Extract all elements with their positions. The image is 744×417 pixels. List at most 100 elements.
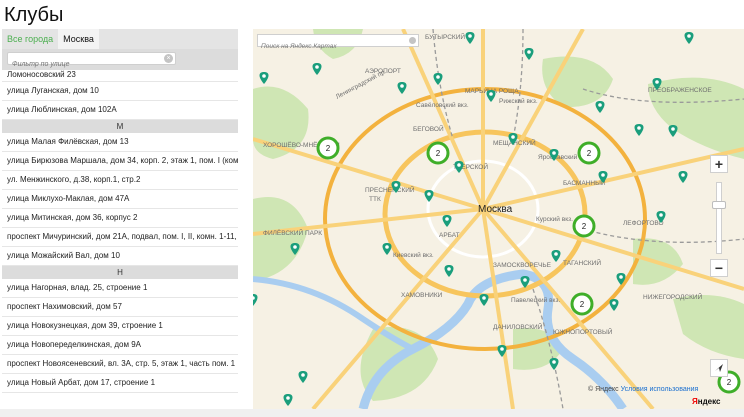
map-pin-marker[interactable] (312, 63, 322, 75)
list-item[interactable]: улица Миклухо-Маклая, дом 47А (2, 190, 238, 209)
map-pin-marker[interactable] (486, 90, 496, 102)
list-item[interactable]: ул. Менжинского, д.38, корп.1, стр.2 (2, 171, 238, 190)
clubs-list: Ломоносовский 23 улица Луганская, дом 10… (2, 70, 238, 393)
map-cluster[interactable]: 2 (570, 292, 594, 316)
map-canvas[interactable]: АЭРОПОРТ БУТЫРСКИЙ МАРЬИНА РОЩА Савёловс… (253, 29, 744, 409)
map-label: ЛЕФОРТОВО (623, 220, 664, 227)
tab-all-cities[interactable]: Все города (2, 29, 58, 49)
map-pin-dot (527, 50, 531, 54)
list-item[interactable]: улица Можайский Вал, дом 10 (2, 247, 238, 266)
map-pin-marker[interactable] (609, 299, 619, 311)
map-pin[interactable] (684, 32, 694, 44)
map-pin-marker[interactable] (433, 73, 443, 85)
map-pin-dot (655, 80, 659, 84)
terms-link[interactable]: Условия использования (621, 386, 699, 393)
map-pin-marker[interactable] (551, 250, 561, 262)
map-pin-marker[interactable] (479, 294, 489, 306)
map-pin-marker[interactable] (549, 358, 559, 370)
map-pin-dot (457, 163, 461, 167)
list-item[interactable]: улица Новый Арбат, дом 17, строение 1 (2, 374, 238, 393)
zoom-slider-handle[interactable] (712, 201, 726, 209)
map-pin-marker[interactable] (634, 124, 644, 136)
map-pin[interactable] (595, 101, 605, 113)
map-cluster[interactable]: 2 (577, 141, 601, 165)
map-pin[interactable] (454, 161, 464, 173)
map-pin-marker[interactable] (442, 215, 452, 227)
list-item[interactable]: улица Луганская, дом 10 (2, 82, 238, 101)
map-pin[interactable] (397, 82, 407, 94)
tab-moscow[interactable]: Москва (58, 29, 99, 49)
map-pin[interactable] (442, 215, 452, 227)
list-item[interactable]: улица Новопеределкинская, дом 9А (2, 336, 238, 355)
map-cluster[interactable]: 2 (316, 136, 340, 160)
list-item[interactable]: проспект Нахимовский, дом 57 (2, 298, 238, 317)
map-pin-marker[interactable] (444, 265, 454, 277)
list-item[interactable]: проспект Мичуринский, дом 21А, подвал, п… (2, 228, 238, 247)
map-pin[interactable] (283, 394, 293, 406)
map-pin[interactable] (312, 63, 322, 75)
map-pin[interactable] (382, 243, 392, 255)
map-pin[interactable] (253, 294, 258, 306)
map-pin[interactable] (465, 32, 475, 44)
street-filter-input[interactable] (8, 59, 175, 70)
map-search-input[interactable] (258, 41, 418, 52)
map-pin[interactable] (479, 294, 489, 306)
map-pin-marker[interactable] (259, 72, 269, 84)
map-pin[interactable] (424, 190, 434, 202)
map-label: ТАГАНСКИЙ (563, 258, 601, 267)
map-pin-marker[interactable] (253, 294, 258, 306)
zoom-slider[interactable] (716, 182, 722, 254)
list-item[interactable]: улица Нагорная, влад. 25, строение 1 (2, 279, 238, 298)
clear-icon[interactable]: × (164, 54, 173, 63)
clear-icon[interactable] (409, 37, 416, 44)
map-pin-marker[interactable] (668, 125, 678, 137)
map-pin[interactable] (524, 48, 534, 60)
map-pin-marker[interactable] (595, 101, 605, 113)
map-pin-dot (511, 135, 515, 139)
list-item[interactable]: улица Митинская, дом 36, корпус 2 (2, 209, 238, 228)
list-item[interactable]: проспект Новоясеневский, вл. 3А, стр. 5,… (2, 355, 238, 374)
map-pin-marker[interactable] (397, 82, 407, 94)
map-pin-marker[interactable] (684, 32, 694, 44)
map-pin[interactable] (668, 125, 678, 137)
map-pin[interactable] (609, 299, 619, 311)
map-pin[interactable] (549, 358, 559, 370)
map-pin-marker[interactable] (678, 171, 688, 183)
map-pin-marker[interactable] (424, 190, 434, 202)
map-pin-marker[interactable] (283, 394, 293, 406)
map-pin-marker[interactable] (382, 243, 392, 255)
map-pin-dot (619, 275, 623, 279)
map-label: ФИЛЁВСКИЙ ПАРК (263, 228, 322, 237)
map-pin[interactable] (634, 124, 644, 136)
river-west (253, 276, 415, 352)
map-pin[interactable] (444, 265, 454, 277)
map-pin[interactable] (551, 250, 561, 262)
map-pin-dot (552, 151, 556, 155)
list-item[interactable]: улица Малая Филёвская, дом 13 (2, 133, 238, 152)
map-pin-marker[interactable] (454, 161, 464, 173)
map-pin-dot (659, 213, 663, 217)
zoom-in-button[interactable]: + (710, 155, 728, 173)
map-label: БУТЫРСКИЙ (425, 32, 465, 41)
list-item[interactable]: Ломоносовский 23 (2, 70, 238, 82)
map-pin-marker[interactable] (524, 48, 534, 60)
list-item[interactable]: улица Бирюзова Маршала, дом 34, корп. 2,… (2, 152, 238, 171)
list-item[interactable]: улица Люблинская, дом 102А (2, 101, 238, 120)
map-cluster[interactable]: 2 (572, 214, 596, 238)
map-pin-dot (445, 217, 449, 221)
clubs-map[interactable]: АЭРОПОРТ БУТЫРСКИЙ МАРЬИНА РОЩА Савёловс… (253, 29, 744, 409)
map-cluster[interactable]: 2 (426, 141, 450, 165)
map-pin-dot (671, 127, 675, 131)
map-pin[interactable] (259, 72, 269, 84)
map-pin[interactable] (486, 90, 496, 102)
map-pin-marker[interactable] (465, 32, 475, 44)
yandex-logo[interactable]: Яндекс (692, 397, 720, 406)
map-pin[interactable] (433, 73, 443, 85)
list-item[interactable]: улица Новокузнецкая, дом 39, строение 1 (2, 317, 238, 336)
map-pin-dot (315, 65, 319, 69)
map-pin[interactable] (298, 371, 308, 383)
geolocation-button[interactable] (710, 359, 728, 377)
map-pin-marker[interactable] (298, 371, 308, 383)
zoom-out-button[interactable]: − (710, 259, 728, 277)
map-pin[interactable] (678, 171, 688, 183)
